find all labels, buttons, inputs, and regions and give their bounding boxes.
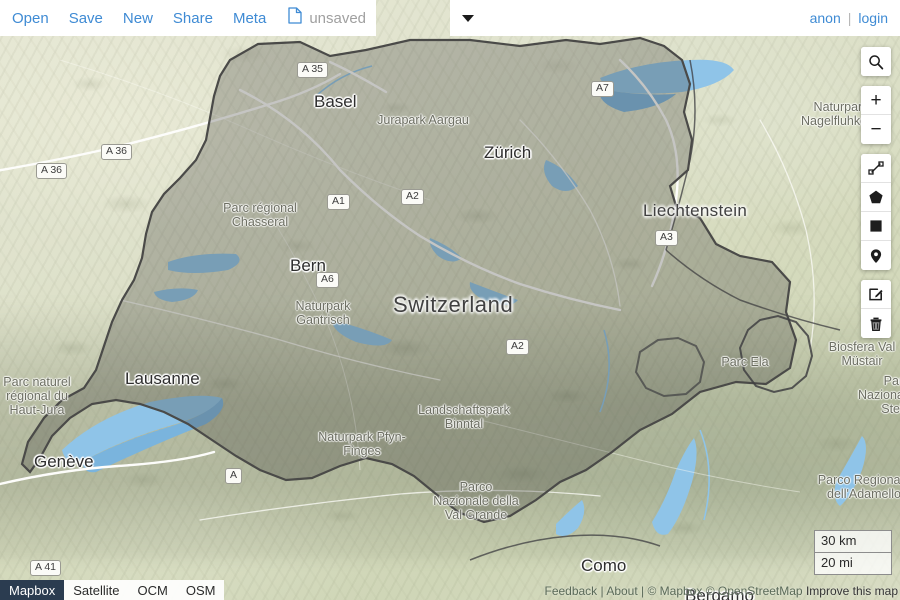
draw-control-group: [861, 154, 891, 270]
auth-area: anon | login: [810, 10, 888, 26]
draw-rectangle-button[interactable]: [861, 212, 891, 241]
file-name-label: unsaved: [309, 10, 366, 27]
minus-icon: −: [870, 120, 881, 139]
attr-separator-2: |: [641, 584, 644, 598]
delete-layers-button[interactable]: [861, 309, 891, 338]
toolbar-dropdown[interactable]: [450, 0, 486, 36]
scale-bars: 30 km 20 mi: [814, 530, 892, 576]
menu-new-button[interactable]: New: [123, 10, 153, 27]
zoom-out-button[interactable]: −: [861, 115, 891, 144]
document-icon: [288, 7, 302, 29]
line-icon: [868, 160, 884, 176]
marker-icon: [868, 248, 884, 264]
map-label-highway-shield: A2: [401, 189, 424, 205]
map-label-highway-shield: A2: [506, 339, 529, 355]
rectangle-icon: [868, 218, 884, 234]
top-toolbar: Open Save New Share Meta unsaved anon | …: [0, 0, 900, 36]
user-name-link[interactable]: anon: [810, 10, 841, 26]
about-link[interactable]: About: [606, 584, 637, 598]
layer-button-mapbox[interactable]: Mapbox: [0, 580, 64, 600]
map-label-highway-shield: A7: [591, 81, 614, 97]
map-label-highway-shield: A 41: [30, 560, 61, 576]
mapbox-attribution-link[interactable]: © Mapbox: [648, 584, 703, 598]
auth-separator: |: [848, 10, 852, 26]
search-icon: [868, 54, 884, 70]
draw-polygon-button[interactable]: [861, 183, 891, 212]
layer-button-satellite[interactable]: Satellite: [64, 580, 128, 600]
edit-control-group: [861, 280, 891, 338]
map-label-highway-shield: A 36: [101, 144, 132, 160]
map-label-highway-shield: A6: [316, 272, 339, 288]
layer-button-ocm[interactable]: OCM: [129, 580, 177, 600]
scale-metric: 30 km: [814, 530, 892, 553]
menu-open-button[interactable]: Open: [12, 10, 49, 27]
improve-map-link[interactable]: Improve this map: [806, 584, 898, 598]
map-label-highway-shield: A1: [327, 194, 350, 210]
feedback-link[interactable]: Feedback: [544, 584, 597, 598]
map-controls: + −: [861, 47, 891, 338]
search-button[interactable]: [861, 47, 891, 76]
layer-button-osm[interactable]: OSM: [177, 580, 225, 600]
edit-icon: [868, 286, 884, 302]
openstreetmap-attribution-link[interactable]: © OpenStreetMap: [706, 584, 803, 598]
menu-share-button[interactable]: Share: [173, 10, 213, 27]
draw-marker-button[interactable]: [861, 241, 891, 270]
menu-save-button[interactable]: Save: [69, 10, 103, 27]
zoom-control-group: + −: [861, 86, 891, 144]
toolbar-left-panel: Open Save New Share Meta unsaved: [0, 0, 376, 36]
toolbar-right-panel: anon | login: [450, 0, 900, 36]
attr-separator-1: |: [601, 584, 604, 598]
zoom-in-button[interactable]: +: [861, 86, 891, 115]
map-canvas[interactable]: BaselZürichBernLausanneGenèveComoBergamo…: [0, 0, 900, 600]
search-control-group: [861, 47, 891, 76]
map-label-highway-shield: A3: [655, 230, 678, 246]
scale-imperial: 20 mi: [814, 553, 892, 575]
map-vector-overlay: [0, 0, 900, 600]
current-file: unsaved: [288, 7, 366, 29]
chevron-down-icon[interactable]: [462, 15, 474, 22]
edit-layers-button[interactable]: [861, 280, 891, 309]
map-label-highway-shield: A: [225, 468, 242, 484]
attribution-bar: Feedback | About | © Mapbox © OpenStreet…: [544, 584, 898, 598]
polygon-icon: [868, 189, 884, 205]
plus-icon: +: [870, 91, 881, 110]
map-label-highway-shield: A 36: [36, 163, 67, 179]
menu-meta-button[interactable]: Meta: [233, 10, 266, 27]
map-label-highway-shield: A 35: [297, 62, 328, 78]
login-link[interactable]: login: [858, 10, 888, 26]
map-application: BaselZürichBernLausanneGenèveComoBergamo…: [0, 0, 900, 600]
trash-icon: [868, 316, 884, 332]
layer-switcher: MapboxSatelliteOCMOSM: [0, 580, 224, 600]
draw-line-button[interactable]: [861, 154, 891, 183]
